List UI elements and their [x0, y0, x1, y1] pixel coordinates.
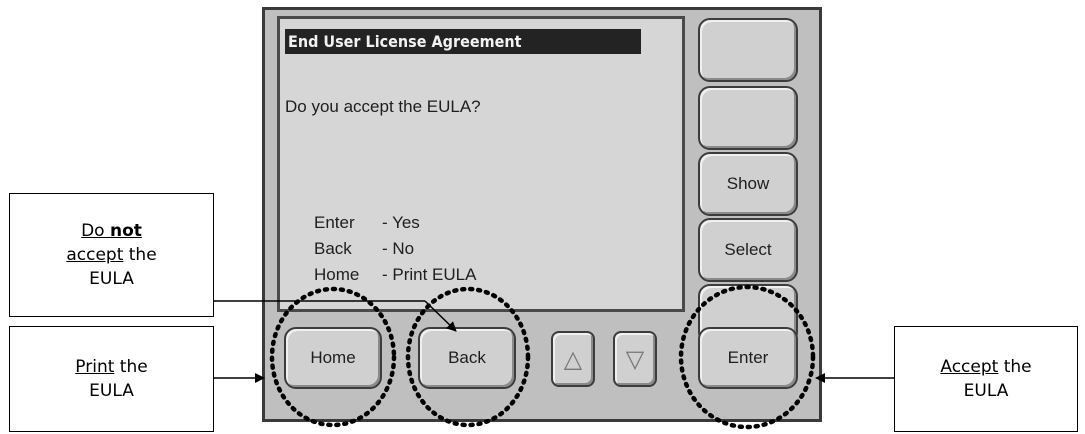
print-callout: Print the EULA [9, 326, 214, 432]
accept-accept: Accept [940, 357, 999, 377]
not-accept-callout: Do not accept the EULA [9, 193, 214, 317]
not-accept-do: Do [81, 221, 110, 241]
not-accept-the: the [123, 245, 157, 265]
not-accept-eula: EULA [89, 269, 134, 289]
enter-highlight-ring [678, 284, 816, 430]
not-accept-accept: accept [66, 245, 124, 265]
back-highlight-ring [405, 286, 531, 428]
not-accept-not: not [109, 221, 142, 241]
accept-the: the [998, 357, 1032, 377]
print-print: Print [75, 357, 115, 377]
print-the: the [114, 357, 148, 377]
home-highlight-ring [269, 286, 397, 428]
accept-callout: Accept the EULA [894, 326, 1078, 432]
not-accept-arrow [424, 300, 457, 332]
print-eula: EULA [89, 381, 134, 401]
accept-eula: EULA [963, 381, 1009, 401]
